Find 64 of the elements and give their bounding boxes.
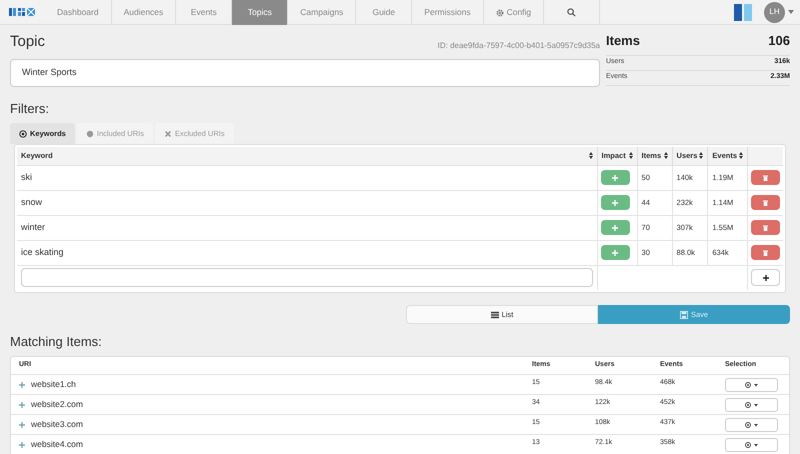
sort-icon[interactable]: [664, 152, 668, 160]
matching-heading: Matching Items:: [9, 333, 103, 351]
avatar[interactable]: LH: [764, 2, 785, 22]
nav-tab[interactable]: Guide: [356, 0, 412, 25]
nav-tab[interactable]: Dashboard: [45, 0, 112, 25]
caret-icon[interactable]: [788, 10, 794, 14]
keyword-cell: ski: [17, 165, 598, 190]
expand-icon[interactable]: [19, 382, 25, 388]
expand-icon[interactable]: [19, 422, 25, 428]
search-icon[interactable]: [567, 8, 576, 16]
sort-icon[interactable]: [739, 152, 743, 160]
uri-cell: website3.com: [31, 418, 83, 431]
uri-cell: website4.com: [31, 438, 83, 452]
expand-icon[interactable]: [19, 442, 25, 448]
filters-heading: Filters:: [9, 100, 50, 118]
delete-button[interactable]: [751, 220, 780, 235]
trash-icon: [763, 224, 768, 230]
target-icon: [19, 130, 27, 138]
keyword-cell: snow: [17, 190, 598, 215]
selection-dropdown[interactable]: [725, 418, 778, 432]
selection-dropdown[interactable]: [725, 398, 778, 412]
topic-name-field[interactable]: Winter Sports: [10, 58, 600, 86]
topic-id: ID: deae9fda-7597-4c00-b401-5a0957c9d35a: [438, 40, 600, 52]
sort-icon[interactable]: [628, 152, 633, 160]
keyword-input[interactable]: [21, 268, 593, 288]
cross-icon: [164, 130, 172, 138]
plus-icon: [612, 174, 618, 180]
items-total: 106: [768, 32, 790, 50]
trash-icon: [763, 174, 768, 180]
target-caret-icon: [745, 422, 758, 428]
trash-icon: [763, 250, 768, 256]
selection-dropdown[interactable]: [725, 378, 778, 392]
keyword-cell: winter: [17, 215, 598, 240]
delete-button[interactable]: [751, 245, 780, 260]
nav-tab[interactable]: Audiences: [112, 0, 176, 25]
app-logo: [734, 4, 752, 20]
list-icon: [490, 310, 499, 318]
logo-icon[interactable]: [9, 7, 36, 17]
plus-icon: [612, 250, 618, 256]
sort-icon[interactable]: [699, 152, 704, 160]
dot-icon: [86, 130, 94, 138]
gear-icon: [496, 8, 504, 16]
plus-icon: [762, 274, 768, 281]
plus-icon: [612, 200, 618, 206]
sort-icon[interactable]: [588, 152, 593, 160]
delete-button[interactable]: [751, 195, 780, 210]
items-title: Items: [606, 32, 640, 50]
selection-dropdown[interactable]: [725, 438, 778, 452]
plus-icon: [612, 224, 618, 230]
uri-cell: website2.com: [31, 398, 83, 411]
uri-cell: website1.ch: [31, 378, 76, 391]
keyword-cell: ice skating: [17, 240, 598, 265]
target-caret-icon: [745, 442, 758, 448]
add-button[interactable]: [751, 269, 780, 286]
target-caret-icon: [745, 402, 758, 408]
target-caret-icon: [745, 382, 758, 388]
topic-heading: Topic: [10, 32, 46, 52]
nav-tab[interactable]: Campaigns: [288, 0, 356, 25]
nav-tab[interactable]: Topics: [232, 0, 288, 25]
nav-tab[interactable]: Config: [484, 0, 544, 25]
delete-button[interactable]: [751, 170, 780, 185]
nav-tab[interactable]: Permissions: [412, 0, 484, 25]
expand-icon[interactable]: [19, 402, 25, 408]
trash-icon: [763, 200, 768, 206]
